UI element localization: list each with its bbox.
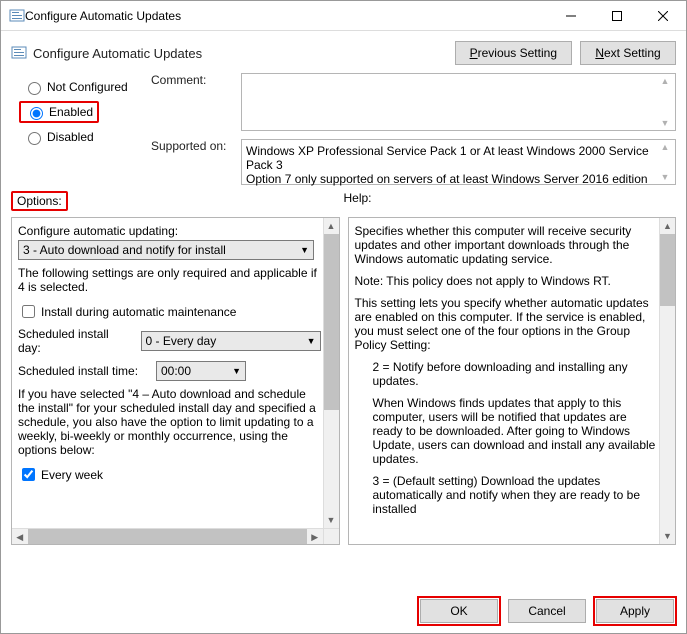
minimize-button[interactable] xyxy=(548,1,594,31)
scroll-up-icon: ▲ xyxy=(324,218,339,234)
page-title: Configure Automatic Updates xyxy=(33,46,455,61)
title-bar: Configure Automatic Updates xyxy=(1,1,686,31)
maximize-icon xyxy=(612,11,622,21)
install-maintenance-checkbox[interactable]: Install during automatic maintenance xyxy=(18,302,321,321)
scroll-down-icon: ▼ xyxy=(657,172,673,182)
scroll-up-icon: ▲ xyxy=(657,142,673,152)
scroll-up-icon: ▲ xyxy=(657,76,673,86)
radio-enabled-input[interactable] xyxy=(30,107,43,120)
minimize-icon xyxy=(566,11,576,21)
scrollbar-thumb[interactable] xyxy=(324,234,339,410)
close-icon xyxy=(658,11,668,21)
help-text: 2 = Notify before downloading and instal… xyxy=(355,360,658,388)
sched-day-dropdown[interactable]: 0 - Every day ▼ xyxy=(141,331,321,351)
apply-button[interactable]: Apply xyxy=(596,599,674,623)
scrollbar-thumb[interactable] xyxy=(660,234,675,306)
scroll-left-icon: ◀ xyxy=(12,529,28,544)
footer: OK Cancel Apply xyxy=(1,589,686,633)
every-week-label: Every week xyxy=(41,468,103,482)
cancel-button[interactable]: Cancel xyxy=(508,599,586,623)
help-text: Note: This policy does not apply to Wind… xyxy=(355,274,658,288)
sched-time-dropdown[interactable]: 00:00 ▼ xyxy=(156,361,246,381)
radio-enabled-highlight: Enabled xyxy=(19,101,99,123)
configure-updating-label: Configure automatic updating: xyxy=(18,224,321,238)
sched-day-label: Scheduled install day: xyxy=(18,327,133,355)
supported-on-label: Supported on: xyxy=(151,139,235,153)
scroll-down-icon: ▼ xyxy=(657,118,673,128)
supported-on-field: Windows XP Professional Service Pack 1 o… xyxy=(241,139,676,185)
configure-updating-value: 3 - Auto download and notify for install xyxy=(23,243,226,257)
options-section-label: Options: xyxy=(17,194,62,208)
chevron-down-icon: ▼ xyxy=(307,336,316,346)
options-hscrollbar[interactable]: ◀ ▶ xyxy=(12,528,323,544)
policy-icon xyxy=(9,8,25,24)
comment-label: Comment: xyxy=(151,73,235,87)
radio-enabled[interactable]: Enabled xyxy=(25,104,93,120)
radio-not-configured[interactable]: Not Configured xyxy=(23,79,151,95)
radio-disabled-label: Disabled xyxy=(47,130,94,144)
scroll-down-icon: ▼ xyxy=(324,512,339,528)
chevron-down-icon: ▼ xyxy=(232,366,241,376)
help-text: 3 = (Default setting) Download the updat… xyxy=(355,474,658,516)
every-week-checkbox[interactable]: Every week xyxy=(18,465,321,484)
radio-disabled-input[interactable] xyxy=(28,132,41,145)
radio-not-configured-input[interactable] xyxy=(28,82,41,95)
scrollbar-corner xyxy=(323,528,339,544)
options-label-highlight: Options: xyxy=(11,191,68,211)
radio-not-configured-label: Not Configured xyxy=(47,80,128,94)
sched-day-value: 0 - Every day xyxy=(146,334,217,348)
options-panel: Configure automatic updating: 3 - Auto d… xyxy=(11,217,340,545)
help-vscrollbar[interactable]: ▲ ▼ xyxy=(659,218,675,544)
every-week-input[interactable] xyxy=(22,468,35,481)
previous-setting-button[interactable]: Previous Setting xyxy=(455,41,572,65)
sched-time-value: 00:00 xyxy=(161,364,191,378)
configure-updating-dropdown[interactable]: 3 - Auto download and notify for install… xyxy=(18,240,314,260)
comment-field[interactable]: ▲ ▼ xyxy=(241,73,676,131)
scroll-up-icon: ▲ xyxy=(660,218,675,234)
help-text: Specifies whether this computer will rec… xyxy=(355,224,658,266)
supported-on-text: Windows XP Professional Service Pack 1 o… xyxy=(246,144,671,186)
maximize-button[interactable] xyxy=(594,1,640,31)
help-text: This setting lets you specify whether au… xyxy=(355,296,658,352)
help-section-label: Help: xyxy=(344,191,372,205)
install-maintenance-input[interactable] xyxy=(22,305,35,318)
radio-enabled-label: Enabled xyxy=(49,105,93,119)
close-button[interactable] xyxy=(640,1,686,31)
help-text: When Windows finds updates that apply to… xyxy=(355,396,658,466)
scrollbar-thumb[interactable] xyxy=(28,529,307,544)
upper-section: Not Configured Enabled Disabled Comment:… xyxy=(1,69,686,185)
sched-time-label: Scheduled install time: xyxy=(18,364,148,378)
window-title: Configure Automatic Updates xyxy=(25,9,548,23)
options-vscrollbar[interactable]: ▲ ▼ xyxy=(323,218,339,544)
next-setting-button[interactable]: Next Setting xyxy=(580,41,676,65)
install-maintenance-label: Install during automatic maintenance xyxy=(41,305,236,319)
scroll-down-icon: ▼ xyxy=(660,528,675,544)
scroll-right-icon: ▶ xyxy=(307,529,323,544)
chevron-down-icon: ▼ xyxy=(300,245,309,255)
long-note: If you have selected "4 – Auto download … xyxy=(18,387,321,457)
policy-icon xyxy=(11,45,27,61)
ok-button[interactable]: OK xyxy=(420,599,498,623)
help-panel: Specifies whether this computer will rec… xyxy=(348,217,677,545)
header-row: Configure Automatic Updates Previous Set… xyxy=(1,31,686,69)
applicable-note: The following settings are only required… xyxy=(18,266,321,294)
supported-scrollbar[interactable]: ▲ ▼ xyxy=(657,142,673,182)
radio-disabled[interactable]: Disabled xyxy=(23,129,151,145)
comment-scrollbar[interactable]: ▲ ▼ xyxy=(657,76,673,128)
